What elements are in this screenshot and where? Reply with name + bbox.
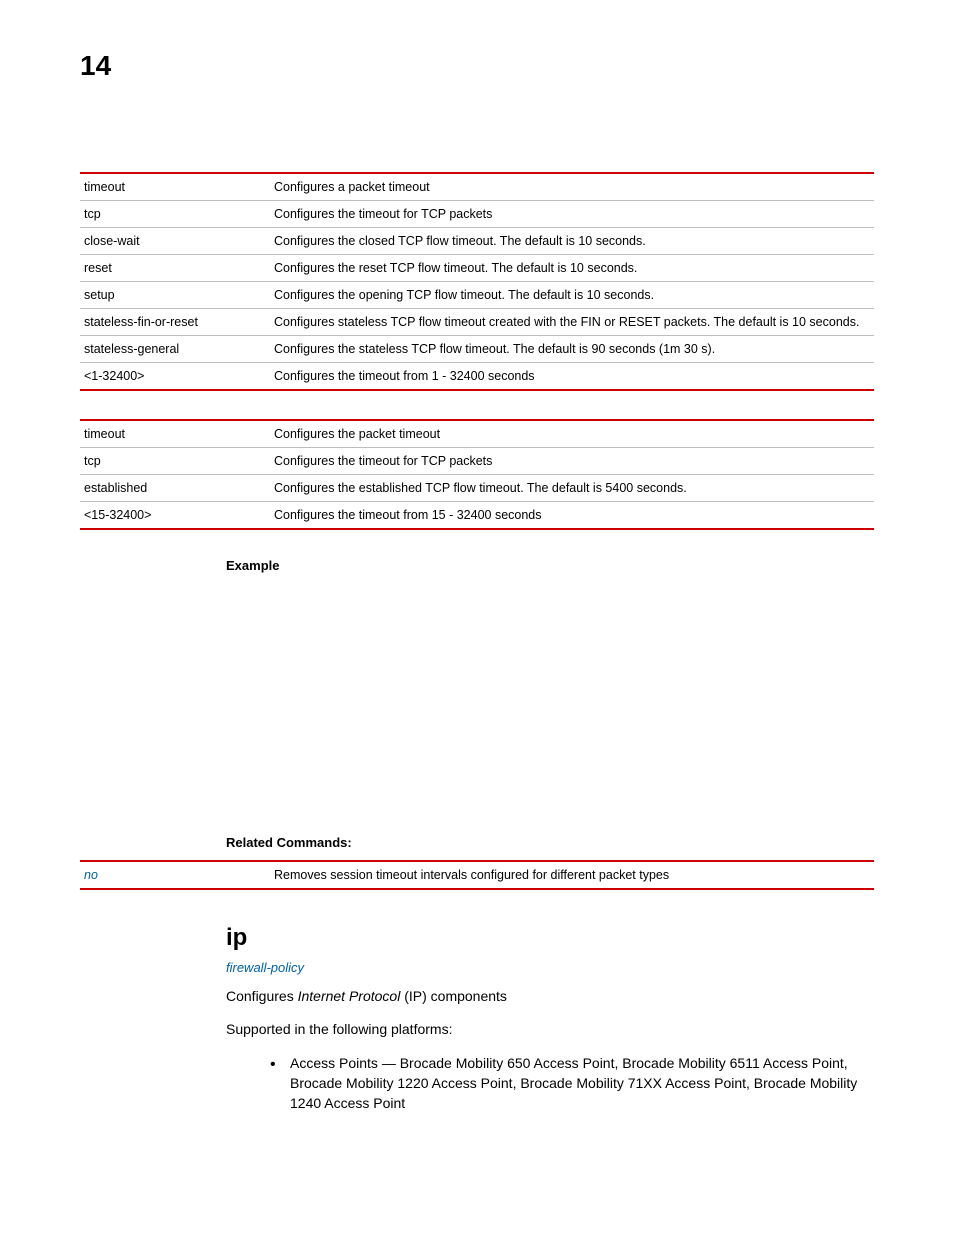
ip-heading: ip bbox=[226, 924, 874, 952]
param-cell: <15-32400> bbox=[80, 502, 270, 530]
parameter-table-1: timeoutConfigures a packet timeout tcpCo… bbox=[80, 172, 874, 391]
firewall-policy-link[interactable]: firewall-policy bbox=[226, 960, 304, 975]
table-row: timeoutConfigures the packet timeout bbox=[80, 420, 874, 448]
table-row: timeoutConfigures a packet timeout bbox=[80, 173, 874, 201]
related-desc: Removes session timeout intervals config… bbox=[270, 861, 874, 889]
desc-cell: Configures the closed TCP flow timeout. … bbox=[270, 228, 874, 255]
param-cell: <1-32400> bbox=[80, 363, 270, 391]
param-cell: timeout bbox=[80, 420, 270, 448]
desc-cell: Configures the timeout for TCP packets bbox=[270, 448, 874, 475]
related-commands-label: Related Commands: bbox=[226, 835, 874, 850]
param-cell: close-wait bbox=[80, 228, 270, 255]
param-cell: stateless-fin-or-reset bbox=[80, 309, 270, 336]
desc-cell: Configures the established TCP flow time… bbox=[270, 475, 874, 502]
table-row: setupConfigures the opening TCP flow tim… bbox=[80, 282, 874, 309]
ip-description: Configures Internet Protocol (IP) compon… bbox=[226, 987, 874, 1006]
list-item: Access Points — Brocade Mobility 650 Acc… bbox=[270, 1053, 874, 1114]
related-commands-table: no Removes session timeout intervals con… bbox=[80, 860, 874, 890]
param-cell: established bbox=[80, 475, 270, 502]
table-row: establishedConfigures the established TC… bbox=[80, 475, 874, 502]
param-cell: reset bbox=[80, 255, 270, 282]
example-label: Example bbox=[226, 558, 874, 573]
platforms-list: Access Points — Brocade Mobility 650 Acc… bbox=[226, 1053, 874, 1114]
table-row: stateless-fin-or-resetConfigures statele… bbox=[80, 309, 874, 336]
param-cell: timeout bbox=[80, 173, 270, 201]
table-row: close-waitConfigures the closed TCP flow… bbox=[80, 228, 874, 255]
table-row: stateless-generalConfigures the stateles… bbox=[80, 336, 874, 363]
table-row: <15-32400>Configures the timeout from 15… bbox=[80, 502, 874, 530]
table-row: resetConfigures the reset TCP flow timeo… bbox=[80, 255, 874, 282]
parameter-table-2: timeoutConfigures the packet timeout tcp… bbox=[80, 419, 874, 530]
desc-cell: Configures the reset TCP flow timeout. T… bbox=[270, 255, 874, 282]
desc-cell: Configures a packet timeout bbox=[270, 173, 874, 201]
table-row: <1-32400>Configures the timeout from 1 -… bbox=[80, 363, 874, 391]
desc-cell: Configures the stateless TCP flow timeou… bbox=[270, 336, 874, 363]
desc-cell: Configures the packet timeout bbox=[270, 420, 874, 448]
desc-cell: Configures the timeout from 15 - 32400 s… bbox=[270, 502, 874, 530]
page-number: 14 bbox=[80, 50, 874, 82]
desc-cell: Configures the timeout for TCP packets bbox=[270, 201, 874, 228]
table-row: no Removes session timeout intervals con… bbox=[80, 861, 874, 889]
param-cell: tcp bbox=[80, 448, 270, 475]
table-row: tcpConfigures the timeout for TCP packet… bbox=[80, 201, 874, 228]
param-cell: setup bbox=[80, 282, 270, 309]
desc-cell: Configures stateless TCP flow timeout cr… bbox=[270, 309, 874, 336]
supported-platforms-label: Supported in the following platforms: bbox=[226, 1020, 874, 1039]
desc-cell: Configures the opening TCP flow timeout.… bbox=[270, 282, 874, 309]
param-cell: stateless-general bbox=[80, 336, 270, 363]
table-row: tcpConfigures the timeout for TCP packet… bbox=[80, 448, 874, 475]
desc-cell: Configures the timeout from 1 - 32400 se… bbox=[270, 363, 874, 391]
param-cell: tcp bbox=[80, 201, 270, 228]
related-link-no[interactable]: no bbox=[84, 868, 98, 882]
